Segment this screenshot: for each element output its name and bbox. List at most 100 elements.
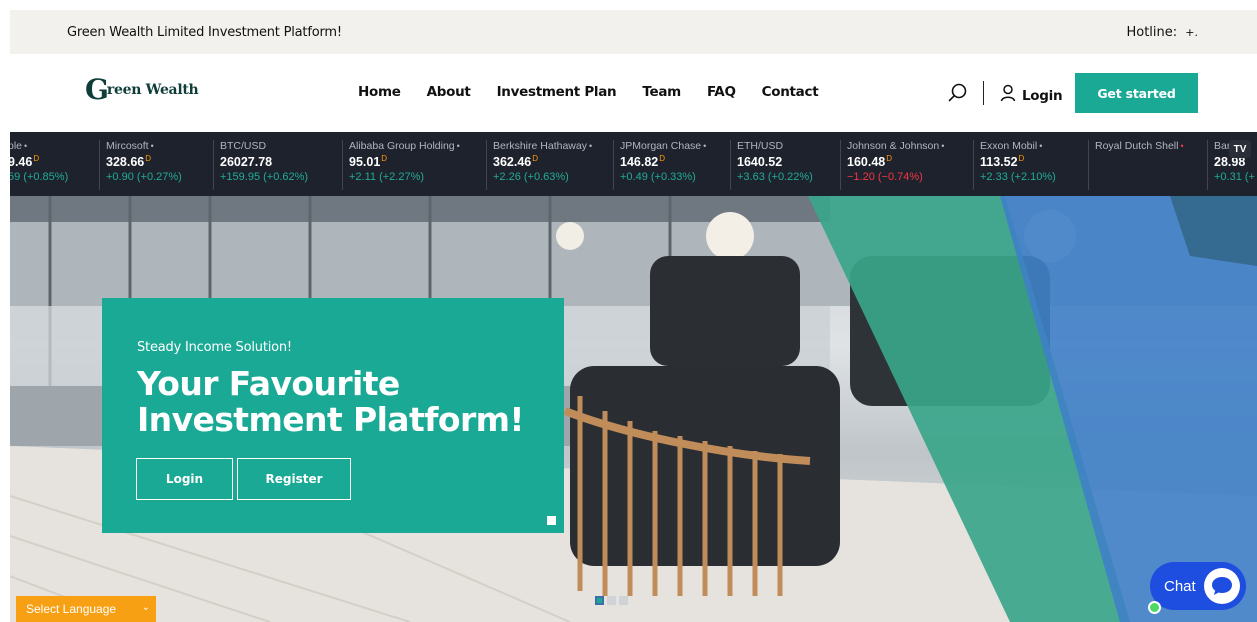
ticker-delayed-flag: D [381,154,388,163]
ticker-name-row: Mircosoft • [106,140,213,152]
hero-slider: Steady Income Solution! Your Favourite I… [10,196,1257,622]
stock-ticker: ple • 9.46D 59 (+0.85%) Mircosoft • 328.66D +0.… [10,132,1257,196]
ticker-change: +0.31 (+ [1214,171,1255,184]
logo[interactable]: G reen Wealth [85,73,199,106]
ticker-price: 160.48 [847,155,886,170]
nav-faq[interactable]: FAQ [707,84,736,100]
header-login-button[interactable]: Login [1000,84,1063,107]
chevron-down-icon: ⌄ [141,602,150,613]
ticker-name-row: JPMorgan Chase • [620,140,730,152]
ticker-symbol: Royal Dutch Shell [1095,140,1179,152]
chat-bubble-icon [1204,568,1240,604]
ticker-price-row: 95.01D [349,154,486,169]
ticker-price-row: 146.82D [620,154,730,169]
ticker-item[interactable]: Royal Dutch Shell • [1089,140,1208,190]
ticker-symbol: Berkshire Hathaway [493,140,587,152]
ticker-change: +2.33 (+2.10%) [980,171,1056,184]
ticker-item[interactable]: Johnson & Johnson • 160.48D −1.20 (−0.74%) [841,140,974,190]
ticker-price: 9.46 [10,155,33,170]
ticker-item[interactable]: Exxon Mobil • 113.52D +2.33 (+2.10%) [974,140,1089,190]
ticker-delayed-flag: D [532,154,539,163]
ticker-price-row [1095,154,1207,169]
top-bar: Green Wealth Limited Investment Platform… [10,10,1257,54]
ticker-status-dot: • [24,141,28,151]
ticker-price-row: 113.52D [980,154,1088,169]
ticker-status-dot: • [941,141,945,151]
ticker-symbol: JPMorgan Chase [620,140,702,152]
ticker-name-row: ple • [10,140,99,152]
ticker-symbol: ETH/USD [737,140,784,152]
logo-initial: G [85,73,109,106]
ticker-price-row: 160.48D [847,154,973,169]
ticker-change: +2.11 (+2.27%) [349,171,425,184]
hero-card-corner-marker [547,516,556,525]
user-icon [1000,84,1016,107]
chat-label: Chat [1164,577,1196,595]
ticker-price-row: 1640.52 [737,154,840,169]
hero-register-button[interactable]: Register [237,458,351,500]
ticker-price-row: 362.46D [493,154,613,169]
search-icon[interactable] [947,82,969,104]
ticker-price: 26027.78 [220,155,273,170]
ticker-price: 95.01 [349,155,381,170]
nav-team[interactable]: Team [642,84,681,100]
hotline-value[interactable]: +. [1185,26,1198,39]
ticker-symbol: Exxon Mobil [980,140,1038,152]
hero-login-button[interactable]: Login [136,458,233,500]
hero-kicker: Steady Income Solution! [137,340,292,355]
header-login-label: Login [1022,87,1063,104]
ticker-name-row: BTC/USD [220,140,342,152]
nav-contact[interactable]: Contact [762,84,819,100]
hotline: Hotline: +. [1126,25,1198,40]
ticker-price: 113.52 [980,155,1018,170]
nav-home[interactable]: Home [358,84,401,100]
ticker-change: +2.26 (+0.63%) [493,171,569,184]
ticker-symbol: BTC/USD [220,140,267,152]
ticker-item[interactable]: Mircosoft • 328.66D +0.90 (+0.27%) [100,140,214,190]
online-status-indicator [1148,601,1161,614]
hero-title: Your Favourite Investment Platform! [137,364,524,439]
ticker-status-dot: • [150,141,154,151]
language-select[interactable]: Select Language ⌄ [16,596,156,622]
ticker-item[interactable]: ETH/USD 1640.52 +3.63 (+0.22%) [731,140,841,190]
ticker-price: 328.66 [106,155,145,170]
ticker-price: 1640.52 [737,155,783,170]
ticker-item[interactable]: Alibaba Group Holding • 95.01D +2.11 (+2.27… [343,140,487,190]
ticker-item[interactable]: Berkshire Hathaway • 362.46D +2.26 (+0.63%) [487,140,614,190]
slider-dot[interactable] [595,596,604,605]
chat-widget-button[interactable]: Chat [1148,562,1246,614]
page: Green Wealth Limited Investment Platform… [0,0,1257,622]
ticker-name-row: Royal Dutch Shell • [1095,140,1207,152]
nav-investment-plan[interactable]: Investment Plan [497,84,617,100]
site-header: G reen Wealth Home About Investment Plan… [10,54,1257,132]
ticker-change: +0.90 (+0.27%) [106,171,182,184]
ticker-symbol: Johnson & Johnson [847,140,940,152]
hotline-label: Hotline: [1126,24,1178,40]
ticker-item[interactable]: JPMorgan Chase • 146.82D +0.49 (+0.33%) [614,140,731,190]
get-started-button[interactable]: Get started [1075,73,1198,113]
ticker-status-dot: • [703,141,707,151]
ticker-status-dot: • [1039,141,1043,151]
ticker-delayed-flag: D [145,154,152,163]
hero-card: Steady Income Solution! Your Favourite I… [102,298,564,533]
ticker-name-row: Exxon Mobil • [980,140,1088,152]
slider-dot[interactable] [607,596,616,605]
nav-about[interactable]: About [427,84,471,100]
main-nav: Home About Investment Plan Team FAQ Cont… [358,84,819,100]
slider-dot[interactable] [619,596,628,605]
ticker-change: 59 (+0.85%) [10,171,69,184]
ticker-name-row: Alibaba Group Holding • [349,140,486,152]
ticker-change: +0.49 (+0.33%) [620,171,696,184]
ticker-status-dot: • [1180,141,1184,151]
ticker-change: −1.20 (−0.74%) [847,171,923,184]
ticker-item[interactable]: ple • 9.46D 59 (+0.85%) [10,140,100,190]
ticker-status-dot: • [588,141,593,151]
tradingview-logo-icon[interactable]: TV [1229,140,1251,158]
language-select-label: Select Language [26,602,117,616]
ticker-delayed-flag: D [1018,154,1025,163]
ticker-name-row: Johnson & Johnson • [847,140,973,152]
ticker-symbol: Alibaba Group Holding [349,140,455,152]
ticker-item[interactable]: BTC/USD 26027.78 +159.95 (+0.62%) [214,140,343,190]
ticker-price-row: 328.66D [106,154,213,169]
slider-dots [595,596,628,605]
